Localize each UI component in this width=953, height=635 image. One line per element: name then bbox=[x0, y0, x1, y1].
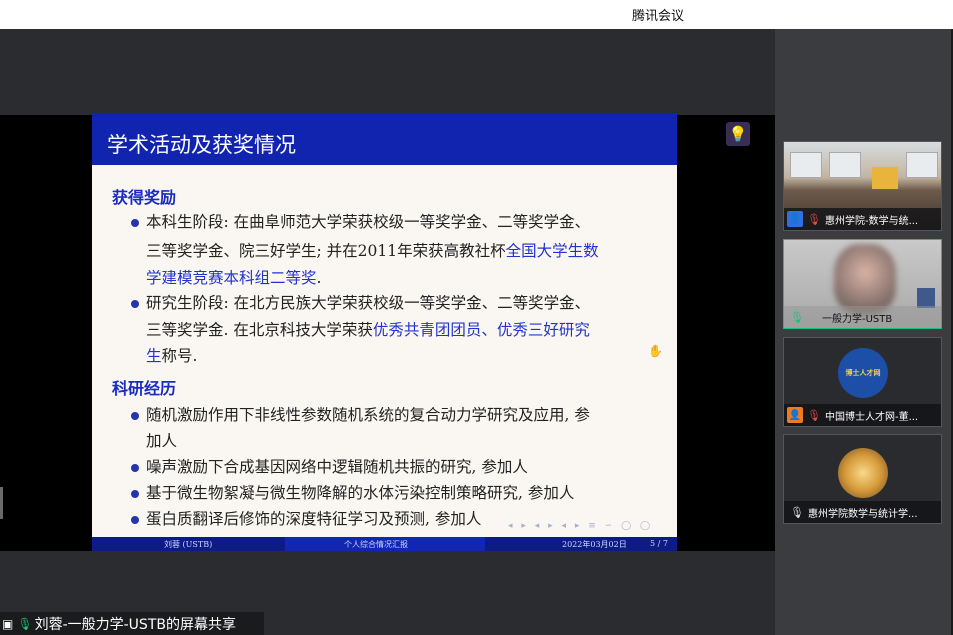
bullet-icon bbox=[128, 487, 142, 501]
slide-footer: 刘蓉 (USTB) 个人综合情况汇报 2022年03月02日 5 / 7 bbox=[92, 537, 677, 551]
video-object bbox=[917, 288, 935, 308]
research-line: 基于微生物絮凝与微生物降解的水体污染控制策略研究, 参加人 bbox=[146, 484, 575, 502]
scroll-handle[interactable] bbox=[0, 487, 3, 519]
research-line: 加人 bbox=[146, 432, 178, 450]
footer-author: 刘蓉 (USTB) bbox=[164, 540, 213, 549]
microphone-icon[interactable]: 🎙 bbox=[790, 506, 804, 519]
app-title: 腾讯会议 bbox=[632, 9, 685, 24]
section-awards: 获得奖励 bbox=[112, 188, 177, 207]
research-line: 随机激励作用下非线性参数随机系统的复合动力学研究及应用, 参 bbox=[146, 406, 590, 424]
window bbox=[906, 152, 938, 178]
mouse-cursor-icon: ✋ bbox=[648, 344, 663, 358]
share-label-text: 刘蓉-一般力学-USTB的屏幕共享 bbox=[34, 616, 236, 633]
window bbox=[790, 152, 822, 178]
bullet-icon bbox=[128, 297, 142, 311]
footer-date: 2022年03月02日 bbox=[562, 540, 627, 549]
microphone-muted-icon[interactable]: 🎙 bbox=[807, 213, 821, 226]
avatar-logo-text: 博士人才网 bbox=[845, 369, 881, 377]
award-line: 本科生阶段: 在曲阜师范大学荣获校级一等奖学金、二等奖学金、 bbox=[146, 213, 591, 231]
footer-page: 5 / 7 bbox=[650, 539, 668, 548]
footer-title: 个人综合情况汇报 bbox=[344, 540, 408, 549]
research-line: 蛋白质翻译后修饰的深度特征学习及预测, 参加人 bbox=[146, 510, 482, 528]
award-line: 三等奖学金. 在北京科技大学荣获优秀共青团团员、优秀三好研究 bbox=[146, 321, 590, 339]
avatar: 博士人才网 bbox=[838, 348, 888, 398]
lightbulb-button[interactable]: 💡 bbox=[726, 122, 750, 146]
user-icon: 👤 bbox=[787, 211, 803, 227]
microphone-muted-icon[interactable]: 🎙 bbox=[807, 409, 821, 422]
avatar bbox=[838, 448, 888, 498]
bullet-icon bbox=[128, 513, 142, 527]
bullet-icon bbox=[128, 409, 142, 423]
bullet-icon bbox=[128, 216, 142, 230]
participant-name: 中国博士人才网-董... bbox=[824, 411, 919, 423]
participant-bar: 🎙 一般力学-USTB bbox=[784, 306, 941, 328]
participant-tile[interactable]: 👤 🎙 惠州学院-数学与统... bbox=[783, 141, 942, 231]
section-research: 科研经历 bbox=[112, 379, 177, 398]
award-line: 研究生阶段: 在北方民族大学荣获校级一等奖学金、二等奖学金、 bbox=[146, 294, 591, 312]
microphone-icon[interactable]: 🎙 bbox=[790, 311, 804, 324]
participant-bar: 👤 🎙 中国博士人才网-董... bbox=[784, 404, 941, 426]
participant-name: 惠州学院数学与统计学... bbox=[807, 508, 918, 520]
award-line: 学建模竞赛本科组二等奖. bbox=[146, 269, 322, 287]
research-line: 噪声激励下合成基因网络中逻辑随机共振的研究, 参加人 bbox=[146, 458, 528, 476]
presentation-slide: 学术活动及获奖情况 获得奖励 本科生阶段: 在曲阜师范大学荣获校级一等奖学金、二… bbox=[92, 113, 677, 551]
participant-name: 一般力学-USTB bbox=[821, 313, 893, 325]
participant-sidebar bbox=[775, 29, 953, 635]
award-line: 生称号. bbox=[146, 347, 198, 365]
participant-tile[interactable]: 博士人才网 👤 🎙 中国博士人才网-董... bbox=[783, 337, 942, 427]
award-line: 三等奖学金、院三好学生; 并在2011年荣获高教社杯全国大学生数 bbox=[146, 242, 599, 260]
participant-bar: 👤 🎙 惠州学院-数学与统... bbox=[784, 208, 941, 230]
screen-share-icon: ▣ bbox=[2, 616, 14, 631]
bullet-icon bbox=[128, 461, 142, 475]
participant-tile[interactable]: 🎙 惠州学院数学与统计学... bbox=[783, 434, 942, 524]
microphone-icon: 🎙 bbox=[17, 616, 33, 631]
beamer-nav-icons: ◂ ▸ ◂ ▸ ◂ ▸ ≡ ∽ ◯ ◯ bbox=[508, 521, 654, 531]
window bbox=[829, 152, 861, 178]
participant-name: 惠州学院-数学与统... bbox=[824, 215, 919, 227]
title-bar: 腾讯会议 bbox=[0, 0, 953, 29]
lightbulb-icon: 💡 bbox=[728, 124, 748, 143]
stage-top-area bbox=[0, 29, 775, 113]
user-icon: 👤 bbox=[787, 407, 803, 423]
slide-title: 学术活动及获奖情况 bbox=[107, 133, 296, 157]
board bbox=[872, 167, 898, 189]
participant-bar: 🎙 惠州学院数学与统计学... bbox=[784, 501, 941, 523]
slide-header: 学术活动及获奖情况 bbox=[92, 113, 677, 165]
participant-tile[interactable]: 🎙 一般力学-USTB bbox=[783, 239, 942, 329]
screen-share-label: ▣ 🎙 刘蓉-一般力学-USTB的屏幕共享 bbox=[0, 612, 264, 635]
